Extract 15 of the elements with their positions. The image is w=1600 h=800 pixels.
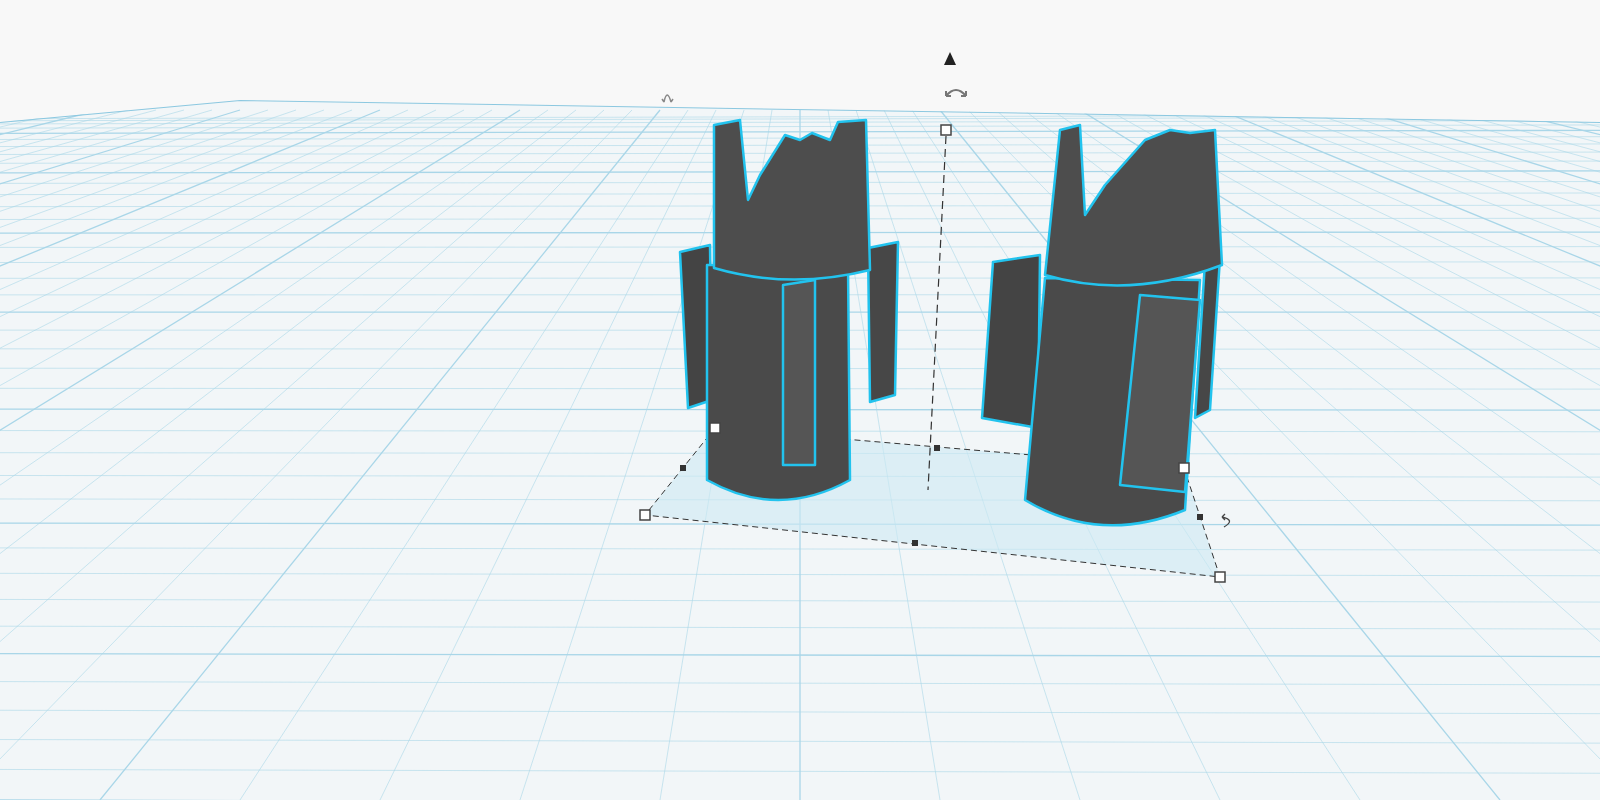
crown-shape[interactable] bbox=[678, 118, 900, 502]
resize-handle[interactable] bbox=[680, 465, 686, 471]
crown-shape[interactable] bbox=[980, 123, 1224, 527]
resize-handle[interactable] bbox=[912, 540, 918, 546]
resize-handle[interactable] bbox=[940, 124, 952, 136]
resize-handle[interactable] bbox=[639, 509, 651, 521]
resize-handle[interactable] bbox=[934, 445, 940, 451]
workplane-viewport[interactable] bbox=[0, 0, 1600, 800]
resize-handle[interactable] bbox=[1197, 514, 1203, 520]
resize-handle[interactable] bbox=[1178, 462, 1190, 474]
resize-handle[interactable] bbox=[709, 422, 721, 434]
up-arrow-icon[interactable] bbox=[944, 52, 956, 65]
resize-handle[interactable] bbox=[1214, 571, 1226, 583]
rotate-arrow-icon[interactable] bbox=[1221, 513, 1231, 528]
rotate-arrow-icon[interactable] bbox=[945, 89, 967, 97]
